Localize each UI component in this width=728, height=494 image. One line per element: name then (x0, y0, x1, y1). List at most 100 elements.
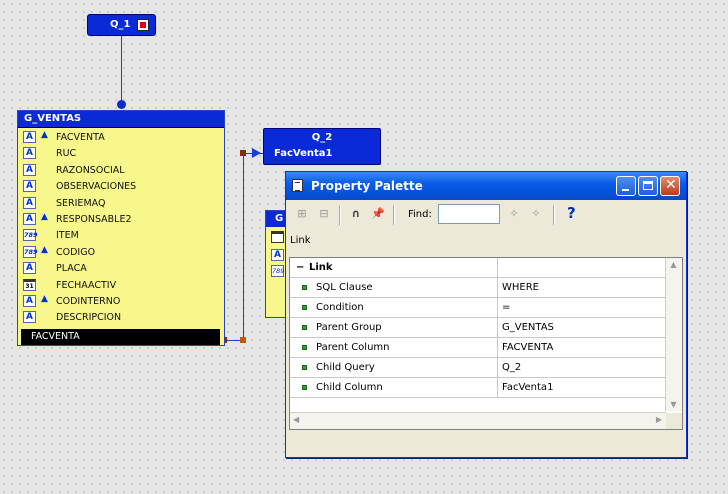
query-q2-column: FacVenta1 (274, 148, 333, 159)
group-column-list: A ▲ FACVENTA A RUC A RAZONSOCIAL A OBSERVACIONES… (21, 129, 221, 326)
expand-all-icon[interactable]: ⊞ (293, 205, 311, 223)
number-type-icon: 789 (271, 265, 285, 277)
find-previous-icon[interactable]: ✧ (527, 205, 545, 223)
property-name: Parent Group (316, 322, 382, 333)
column-name: DESCRIPCION (56, 312, 122, 324)
property-value[interactable]: FACVENTA (502, 342, 553, 353)
column-name: FECHAACTIV (56, 279, 117, 291)
window-title: Property Palette (311, 179, 423, 193)
group-title: G_VENTAS (18, 111, 224, 128)
scroll-left-icon[interactable]: ◀ (293, 415, 299, 424)
property-name-cell: Parent Group (290, 318, 498, 337)
link-handle-corner[interactable] (240, 337, 246, 343)
char-type-icon: A (23, 212, 36, 225)
property-row[interactable]: Parent Column FACVENTA (290, 338, 666, 358)
close-button[interactable]: ✕ (660, 176, 680, 196)
property-value[interactable]: Q_2 (502, 362, 521, 373)
link-line-vertical (243, 153, 244, 341)
selected-column[interactable]: FACVENTA (21, 329, 220, 345)
property-value[interactable]: WHERE (502, 282, 539, 293)
property-bullet-icon (302, 285, 307, 290)
group-g-ventas[interactable]: G_VENTAS A ▲ FACVENTA A RUC A RAZONSOCIAL A OBSE… (17, 110, 225, 346)
palette-toolbar: ⊞ ⊟ ∩ 📌 Find: ✧ ✧ ? (289, 201, 683, 229)
char-type-icon: A (271, 249, 284, 261)
char-type-icon: A (23, 163, 36, 176)
group-column-item[interactable]: A RAZONSOCIAL (21, 162, 221, 178)
minimize-button[interactable] (616, 176, 636, 196)
property-value[interactable]: FacVenta1 (502, 382, 553, 393)
find-next-icon[interactable]: ✧ (505, 205, 523, 223)
group-column-item[interactable]: A ▲ CODINTERNO (21, 293, 221, 309)
context-label: Link (290, 235, 311, 246)
break-order-arrow-icon: ▲ (41, 244, 48, 255)
group-column-item[interactable]: 789 ITEM (21, 227, 221, 243)
toolbar-separator (553, 205, 555, 225)
property-row[interactable]: SQL Clause WHERE (290, 278, 666, 298)
property-name-cell: Child Query (290, 358, 498, 377)
section-header-row[interactable]: − Link (290, 258, 666, 278)
property-row[interactable]: Child Query Q_2 (290, 358, 666, 378)
group-column-item[interactable]: A RUC (21, 145, 221, 161)
group-column-item[interactable]: A ▲ RESPONSABLE2 (21, 211, 221, 227)
property-row[interactable]: Child Column FacVenta1 (290, 378, 666, 398)
query-q2-label: Q_2 (311, 132, 333, 143)
maximize-button[interactable] (638, 176, 658, 196)
property-name-cell: SQL Clause (290, 278, 498, 297)
break-order-arrow-icon: ▲ (41, 211, 48, 222)
property-row[interactable]: Condition = (290, 298, 666, 318)
window-titlebar[interactable]: Property Palette ✕ (286, 172, 686, 200)
query-q2-node[interactable]: Q_2 FacVenta1 (263, 128, 381, 165)
property-bullet-icon (302, 345, 307, 350)
palette-window-icon (292, 179, 303, 192)
property-name: Condition (316, 302, 364, 313)
sql-query-icon[interactable] (137, 19, 149, 31)
property-name-cell: Parent Column (290, 338, 498, 357)
scroll-down-icon[interactable]: ▼ (668, 400, 679, 409)
property-bullet-icon (302, 305, 307, 310)
group-column-item[interactable]: A PLACA (21, 260, 221, 276)
find-input[interactable] (438, 204, 500, 224)
collapse-all-icon[interactable]: ⊟ (315, 205, 333, 223)
vertical-scrollbar[interactable]: ▲ ▼ (665, 258, 682, 411)
collapse-section-icon[interactable]: − (296, 262, 304, 273)
scroll-up-icon[interactable]: ▲ (668, 260, 679, 269)
intersection-icon[interactable]: ∩ (347, 205, 365, 223)
column-name: PLACA (56, 263, 87, 275)
scrollbar-corner (666, 413, 682, 429)
char-type-icon: A (23, 180, 36, 193)
char-type-icon: A (23, 196, 36, 209)
column-name: ITEM (56, 230, 79, 242)
column-name: RESPONSABLE2 (56, 213, 132, 225)
property-bullet-icon (302, 385, 307, 390)
column-name: FACVENTA (56, 132, 105, 143)
property-value[interactable]: = (502, 302, 510, 313)
link-handle-mid[interactable] (240, 150, 246, 156)
help-icon[interactable]: ? (567, 204, 576, 222)
break-order-arrow-icon: ▲ (41, 293, 48, 304)
group-column-item[interactable]: A DESCRIPCION (21, 309, 221, 325)
group-column-item[interactable]: 31 FECHAACTIV (21, 277, 221, 293)
char-type-icon: A (23, 131, 36, 143)
group-column-item[interactable]: A OBSERVACIONES (21, 178, 221, 194)
group-column-item[interactable]: A ▲ FACVENTA (21, 129, 221, 145)
property-palette-window: Property Palette ✕ ⊞ ⊟ ∩ 📌 Find: ✧ ✧ ? L… (285, 171, 687, 458)
toolbar-separator (393, 205, 395, 225)
query-q1-node[interactable]: Q_1 (87, 14, 156, 36)
date-type-icon: 31 (23, 278, 36, 291)
q1-group-connector (121, 36, 122, 102)
number-type-icon: 789 (23, 229, 38, 242)
pin-icon[interactable]: 📌 (369, 205, 387, 223)
property-row[interactable]: Parent Group G_VENTAS (290, 318, 666, 338)
group-column-item[interactable]: A SERIEMAQ (21, 195, 221, 211)
group-column-item[interactable]: 789 ▲ CODIGO (21, 244, 221, 260)
link-arrow-icon (252, 148, 261, 158)
column-name: CODINTERNO (56, 295, 121, 307)
column-name: RUC (56, 148, 77, 160)
property-value[interactable]: G_VENTAS (502, 322, 554, 333)
column-name: CODIGO (56, 246, 96, 258)
scroll-right-icon[interactable]: ▶ (656, 415, 662, 424)
toolbar-separator (339, 205, 341, 225)
break-order-arrow-icon: ▲ (41, 130, 48, 140)
property-bullet-icon (302, 365, 307, 370)
horizontal-scrollbar[interactable]: ◀ ▶ (290, 412, 666, 429)
